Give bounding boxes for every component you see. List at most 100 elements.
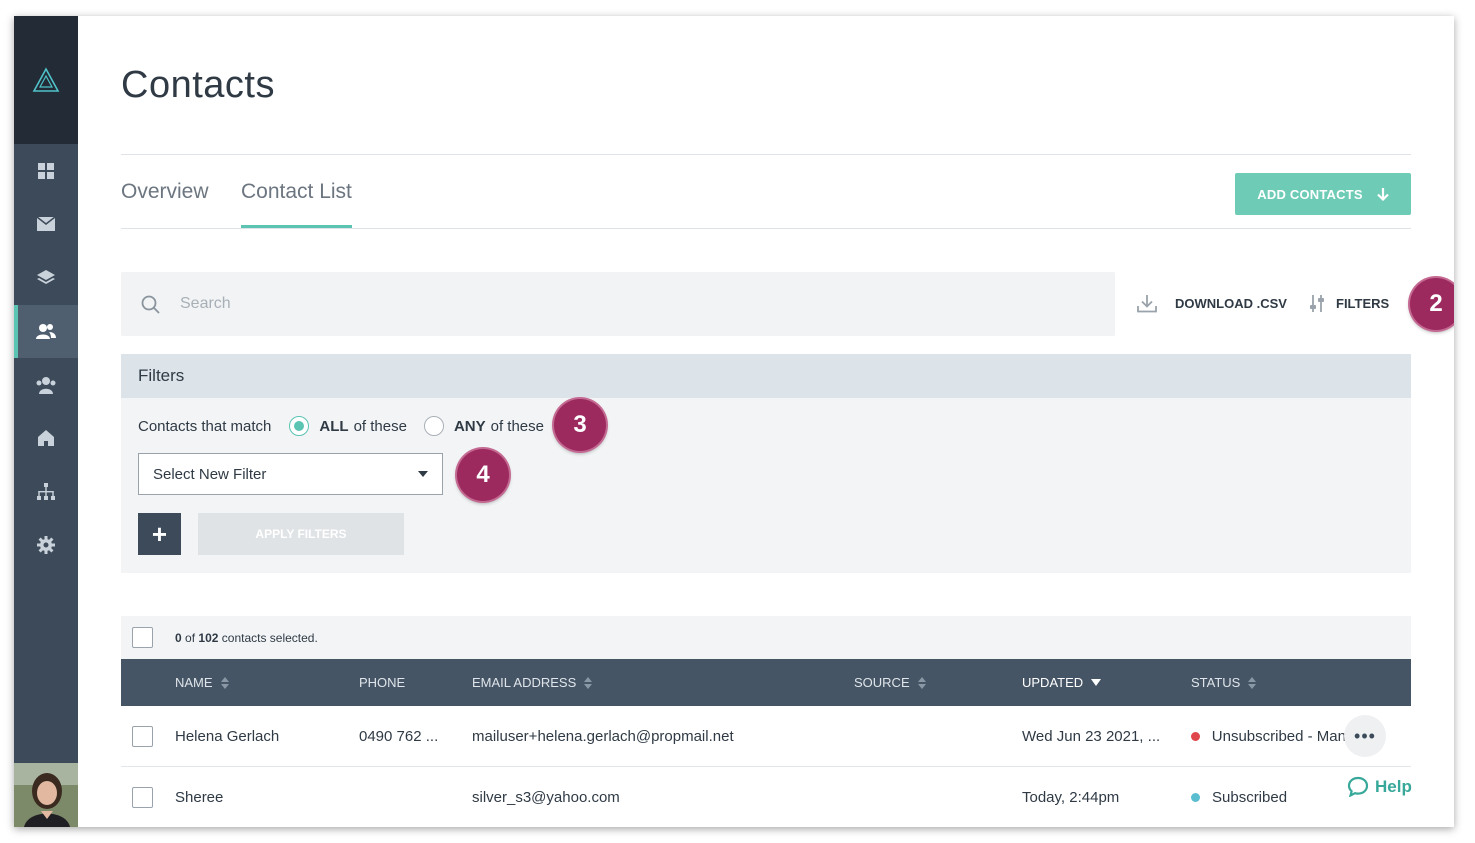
add-filter-button[interactable]: + <box>138 513 181 555</box>
divider <box>121 228 1411 229</box>
filter-select[interactable]: Select New Filter <box>138 453 443 495</box>
selection-bar: 0 of 102 contacts selected. <box>121 616 1411 659</box>
row-checkbox[interactable] <box>132 726 153 747</box>
grid-icon <box>38 162 54 179</box>
sidebar <box>14 16 78 827</box>
user-photo <box>14 763 78 827</box>
sidebar-item-groups[interactable] <box>14 358 78 412</box>
radio-any[interactable] <box>423 416 444 436</box>
status-dot <box>1191 732 1200 741</box>
step-badge-2: 2 <box>1410 278 1454 330</box>
add-contacts-label: ADD CONTACTS <box>1257 186 1363 202</box>
help-button[interactable]: Help <box>1341 772 1418 801</box>
home-icon <box>38 430 54 447</box>
avatar[interactable] <box>14 763 78 827</box>
contact-status-label: Subscribed <box>1212 789 1288 806</box>
radio-any-bold: ANY <box>453 417 486 435</box>
layers-icon <box>37 269 55 284</box>
radio-all-bold: ALL <box>319 417 349 435</box>
column-header-name-label: NAME <box>175 675 213 690</box>
contact-name[interactable]: Sheree <box>175 767 223 827</box>
gear-icon <box>37 536 55 555</box>
radio-any-label: of these <box>490 417 544 435</box>
selection-suffix: contacts selected. <box>221 630 318 645</box>
column-header-name[interactable]: NAME <box>175 659 229 706</box>
search-bar <box>121 272 1115 336</box>
table-row[interactable]: Helena Gerlach 0490 762 ... mailuser+hel… <box>121 706 1411 767</box>
sidebar-item-settings[interactable] <box>14 519 78 573</box>
sidebar-item-email[interactable] <box>14 198 78 252</box>
sort-icon <box>220 676 229 689</box>
filter-select-value: Select New Filter <box>153 465 267 483</box>
column-header-status[interactable]: STATUS <box>1191 659 1257 706</box>
table-header: NAME PHONE EMAIL ADDRESS SOURCE UPDATED … <box>121 659 1411 706</box>
search-icon <box>141 295 160 314</box>
more-icon: ••• <box>1354 725 1376 746</box>
selection-of: of <box>185 630 196 645</box>
column-header-source[interactable]: SOURCE <box>854 659 926 706</box>
contact-status-label: Unsubscribed - Man <box>1211 728 1346 745</box>
radio-all[interactable] <box>289 416 310 436</box>
chat-bubble-icon <box>1347 776 1369 797</box>
column-header-status-label: STATUS <box>1191 675 1241 690</box>
sort-icon <box>584 676 593 689</box>
table-row[interactable]: Sheree silver_s3@yahoo.com Today, 2:44pm… <box>121 767 1411 827</box>
app-logo[interactable] <box>14 16 78 144</box>
filters-panel: Filters Contacts that match ALL of these… <box>121 354 1411 573</box>
group-icon <box>36 376 56 394</box>
search-input[interactable] <box>180 295 980 313</box>
select-all-checkbox[interactable] <box>132 627 153 648</box>
users-icon <box>36 324 56 340</box>
help-label: Help <box>1375 776 1412 796</box>
selection-summary: 0 of 102 contacts selected. <box>175 631 318 645</box>
apply-filters-button[interactable]: APPLY FILTERS <box>198 513 404 555</box>
selected-count: 0 <box>175 630 182 645</box>
column-header-email[interactable]: EMAIL ADDRESS <box>472 659 593 706</box>
contact-email: mailuser+helena.gerlach@propmail.net <box>472 728 734 745</box>
sitemap-icon <box>37 482 55 500</box>
page-title: Contacts <box>121 64 275 106</box>
sort-desc-icon <box>1091 679 1102 686</box>
filters-toggle-button[interactable]: FILTERS <box>1308 294 1389 313</box>
sidebar-item-contacts[interactable] <box>14 304 78 358</box>
sidebar-item-hierarchy[interactable] <box>14 465 78 519</box>
column-header-source-label: SOURCE <box>854 675 910 690</box>
app-window: Contacts Overview Contact List ADD CONTA… <box>14 16 1454 827</box>
contact-status: Subscribed <box>1191 767 1346 827</box>
step-badge-3: 3 <box>554 399 606 451</box>
contact-phone: 0490 762 ... <box>359 728 439 745</box>
sidebar-item-layers[interactable] <box>14 251 78 305</box>
column-header-updated[interactable]: UPDATED <box>1022 659 1102 706</box>
download-csv-button[interactable]: DOWNLOAD .CSV <box>1137 294 1287 313</box>
sliders-icon <box>1310 295 1324 312</box>
contact-name[interactable]: Helena Gerlach <box>175 706 279 767</box>
tab-contact-list[interactable]: Contact List <box>241 180 352 204</box>
column-header-updated-label: UPDATED <box>1022 675 1084 690</box>
match-mode-row: Contacts that match ALL of these ANY of … <box>138 416 544 436</box>
filters-panel-title: Filters <box>121 354 1411 398</box>
column-header-phone-label: PHONE <box>359 675 406 690</box>
contact-status: Unsubscribed - Man <box>1191 706 1346 767</box>
column-header-email-label: EMAIL ADDRESS <box>472 675 577 690</box>
filters-label: FILTERS <box>1336 296 1390 311</box>
match-label: Contacts that match <box>138 417 272 435</box>
logo-icon <box>32 67 60 92</box>
radio-all-label: of these <box>353 417 407 435</box>
divider <box>121 154 1411 155</box>
tab-overview[interactable]: Overview <box>121 180 209 204</box>
chevron-down-icon <box>418 471 428 477</box>
sort-icon <box>1248 676 1257 689</box>
status-dot <box>1191 793 1200 802</box>
contact-email: silver_s3@yahoo.com <box>472 789 620 806</box>
row-more-actions-button[interactable]: ••• <box>1344 715 1386 757</box>
download-csv-label: DOWNLOAD .CSV <box>1175 296 1287 311</box>
sidebar-item-dashboard[interactable] <box>14 144 78 198</box>
contact-updated: Today, 2:44pm <box>1022 789 1120 806</box>
main-content: Contacts Overview Contact List ADD CONTA… <box>121 16 1454 827</box>
column-header-phone: PHONE <box>359 659 405 706</box>
arrow-down-icon <box>1376 187 1389 201</box>
row-checkbox[interactable] <box>132 787 153 808</box>
add-contacts-button[interactable]: ADD CONTACTS <box>1235 173 1411 215</box>
download-icon <box>1137 295 1157 313</box>
sidebar-item-home[interactable] <box>14 412 78 466</box>
